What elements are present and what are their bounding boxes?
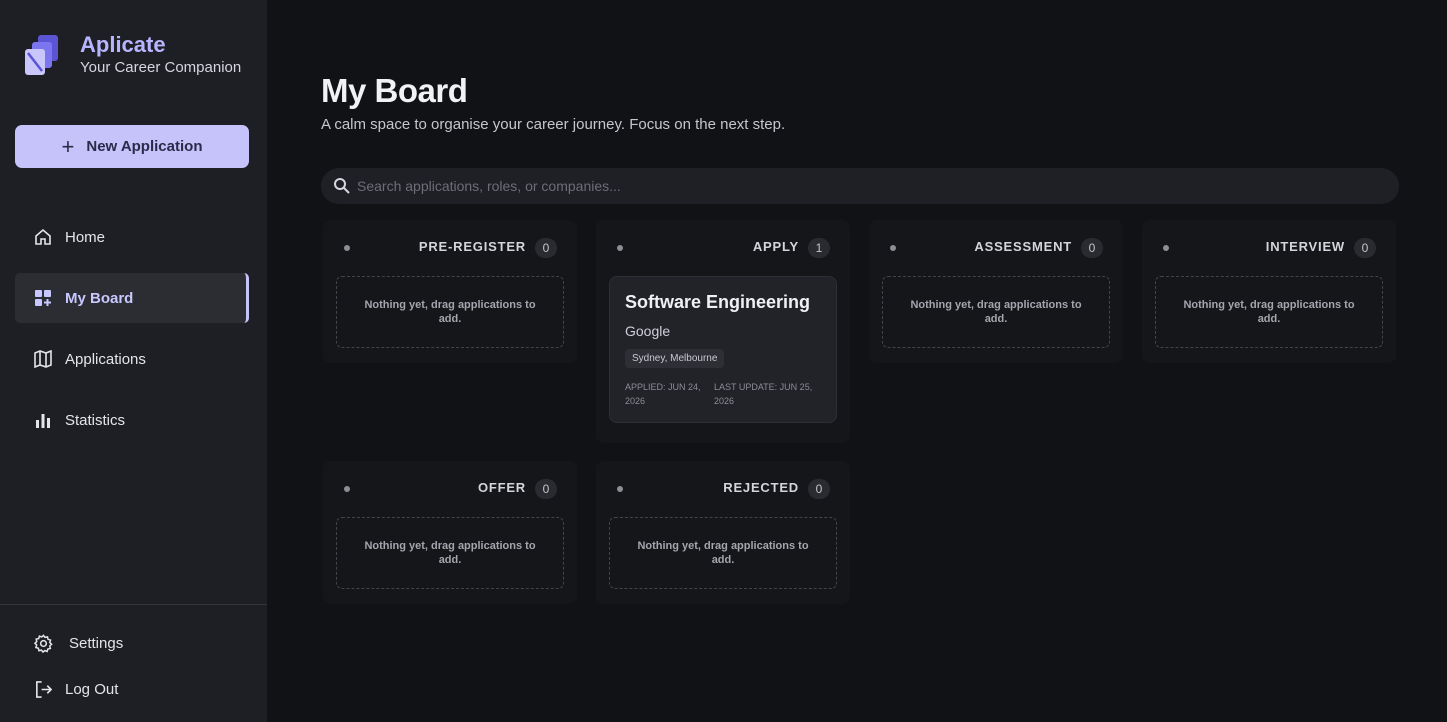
search-bar [321, 168, 1399, 204]
column-title: APPLY [752, 239, 799, 254]
column-count-badge: 0 [535, 479, 557, 499]
page-title: My Board [321, 72, 468, 109]
column-dot-icon [617, 486, 623, 492]
logout-label: Log Out [65, 681, 119, 698]
column-rejected: REJECTED 0 Nothing yet, drag application… [596, 461, 850, 604]
drop-zone[interactable]: Nothing yet, drag applications to add. [336, 517, 564, 589]
column-header: APPLY 1 [609, 220, 837, 276]
column-dot-icon [1163, 245, 1169, 251]
search-icon [333, 177, 351, 195]
column-dot-icon [617, 245, 623, 251]
column-header: INTERVIEW 0 [1155, 220, 1383, 276]
column-header: ASSESSMENT 0 [882, 220, 1110, 276]
sidebar-divider [0, 604, 267, 605]
bar-chart-icon [34, 411, 52, 429]
column-count-badge: 0 [1354, 238, 1376, 258]
column-count-badge: 0 [535, 238, 557, 258]
sidebar-item-statistics[interactable]: Statistics [15, 395, 249, 445]
sidebar-item-settings[interactable]: Settings [34, 634, 123, 653]
card-applied-date: APPLIED: JUN 24, 2026 [625, 382, 701, 406]
column-pre-register: PRE-REGISTER 0 Nothing yet, drag applica… [323, 220, 577, 363]
new-application-button[interactable]: + New Application [15, 125, 249, 168]
column-count-badge: 0 [808, 479, 830, 499]
application-card[interactable]: Software Engineering Google Sydney, Melb… [609, 276, 837, 423]
page-subtitle: A calm space to organise your career jou… [321, 116, 786, 133]
column-dot-icon [344, 245, 350, 251]
column-title: PRE-REGISTER [418, 239, 526, 254]
brand-tagline: Your Career Companion [80, 59, 242, 76]
card-location-tag: Sydney, Melbourne [625, 349, 725, 368]
column-count-badge: 0 [1081, 238, 1103, 258]
sidebar-item-label: Applications [65, 350, 146, 368]
column-apply: APPLY 1 Software Engineering Google Sydn… [596, 220, 850, 443]
column-count-badge: 1 [808, 238, 830, 258]
drop-zone[interactable]: Nothing yet, drag applications to add. [882, 276, 1110, 348]
card-role: Software Engineering [625, 292, 811, 312]
card-dates: APPLIED: JUN 24, 2026 LAST UPDATE: JUN 2… [625, 380, 821, 408]
card-company: Google [625, 323, 671, 339]
sidebar: Aplicate Your Career Companion + New App… [0, 0, 267, 722]
column-header: REJECTED 0 [609, 461, 837, 517]
column-interview: INTERVIEW 0 Nothing yet, drag applicatio… [1142, 220, 1396, 363]
search-input[interactable] [357, 178, 1399, 194]
column-title: ASSESSMENT [974, 239, 1072, 254]
sidebar-item-applications[interactable]: Applications [15, 334, 249, 384]
column-header: PRE-REGISTER 0 [336, 220, 564, 276]
settings-label: Settings [69, 635, 124, 652]
home-icon [34, 228, 52, 246]
plus-icon: + [61, 133, 75, 159]
sidebar-item-label: Home [65, 228, 106, 246]
sidebar-item-my-board[interactable]: My Board [15, 273, 249, 323]
brand: Aplicate Your Career Companion [24, 33, 241, 79]
sidebar-item-label: Statistics [65, 411, 126, 429]
drop-zone[interactable]: Nothing yet, drag applications to add. [609, 517, 837, 589]
gear-icon [34, 634, 53, 653]
app-root: Aplicate Your Career Companion + New App… [0, 0, 1447, 722]
main-content: My Board A calm space to organise your c… [267, 0, 1447, 722]
logout-icon [34, 680, 53, 699]
map-icon [34, 350, 52, 368]
brand-name: Aplicate [80, 32, 166, 57]
column-offer: OFFER 0 Nothing yet, drag applications t… [323, 461, 577, 604]
column-assessment: ASSESSMENT 0 Nothing yet, drag applicati… [869, 220, 1123, 363]
column-title: OFFER [477, 480, 526, 495]
brand-logo-icon [24, 33, 62, 79]
column-dot-icon [344, 486, 350, 492]
column-dot-icon [890, 245, 896, 251]
card-last-update: LAST UPDATE: JUN 25, 2026 [714, 382, 813, 406]
drop-zone[interactable]: Nothing yet, drag applications to add. [1155, 276, 1383, 348]
sidebar-item-label: My Board [65, 289, 134, 307]
sidebar-nav: Home My Board Applications Statistics [15, 212, 249, 456]
column-title: INTERVIEW [1265, 239, 1345, 254]
drop-zone[interactable]: Nothing yet, drag applications to add. [336, 276, 564, 348]
board-icon [34, 289, 52, 307]
column-header: OFFER 0 [336, 461, 564, 517]
sidebar-item-logout[interactable]: Log Out [34, 680, 118, 699]
sidebar-item-home[interactable]: Home [15, 212, 249, 262]
new-application-label: New Application [86, 138, 203, 155]
column-title: REJECTED [723, 480, 799, 495]
